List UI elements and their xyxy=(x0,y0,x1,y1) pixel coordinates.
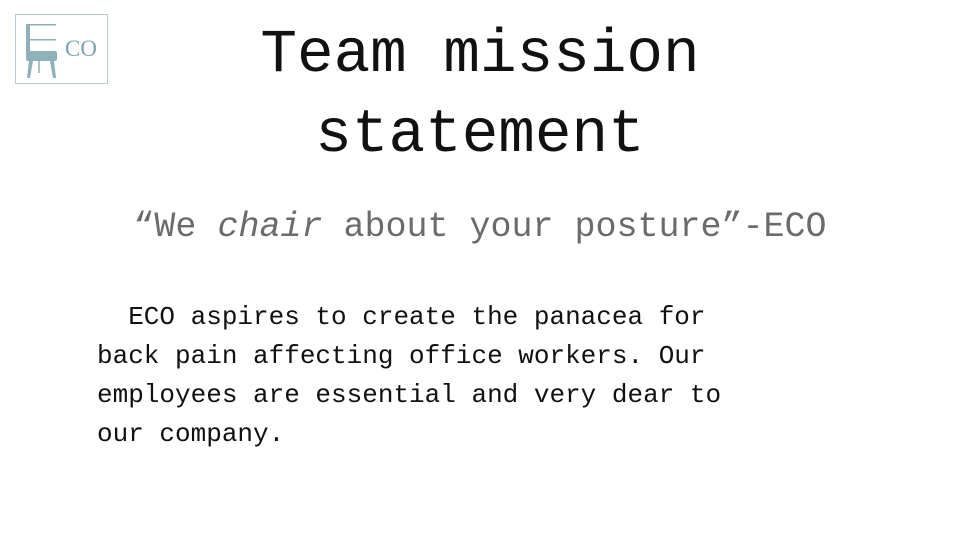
title-line-2: statement xyxy=(315,101,645,170)
title-line-1: Team mission xyxy=(260,21,700,90)
body-line: back pain affecting office workers. Our xyxy=(97,341,706,371)
eco-logo: CO xyxy=(15,14,108,84)
quote-open: “We xyxy=(133,207,218,247)
body-line: employees are essential and very dear to xyxy=(97,380,722,410)
logo-text: CO xyxy=(65,36,97,61)
quote-emphasis: chair xyxy=(217,207,323,247)
slogan-quote: “We chair about your posture”-ECO xyxy=(40,205,920,249)
slide-title: Team mission statement xyxy=(180,16,780,176)
body-line: our company. xyxy=(97,419,285,449)
quote-rest: about your posture”-ECO xyxy=(322,207,827,247)
mission-body: ECO aspires to create the panacea for ba… xyxy=(97,298,897,454)
body-line: ECO aspires to create the panacea for xyxy=(97,302,706,332)
